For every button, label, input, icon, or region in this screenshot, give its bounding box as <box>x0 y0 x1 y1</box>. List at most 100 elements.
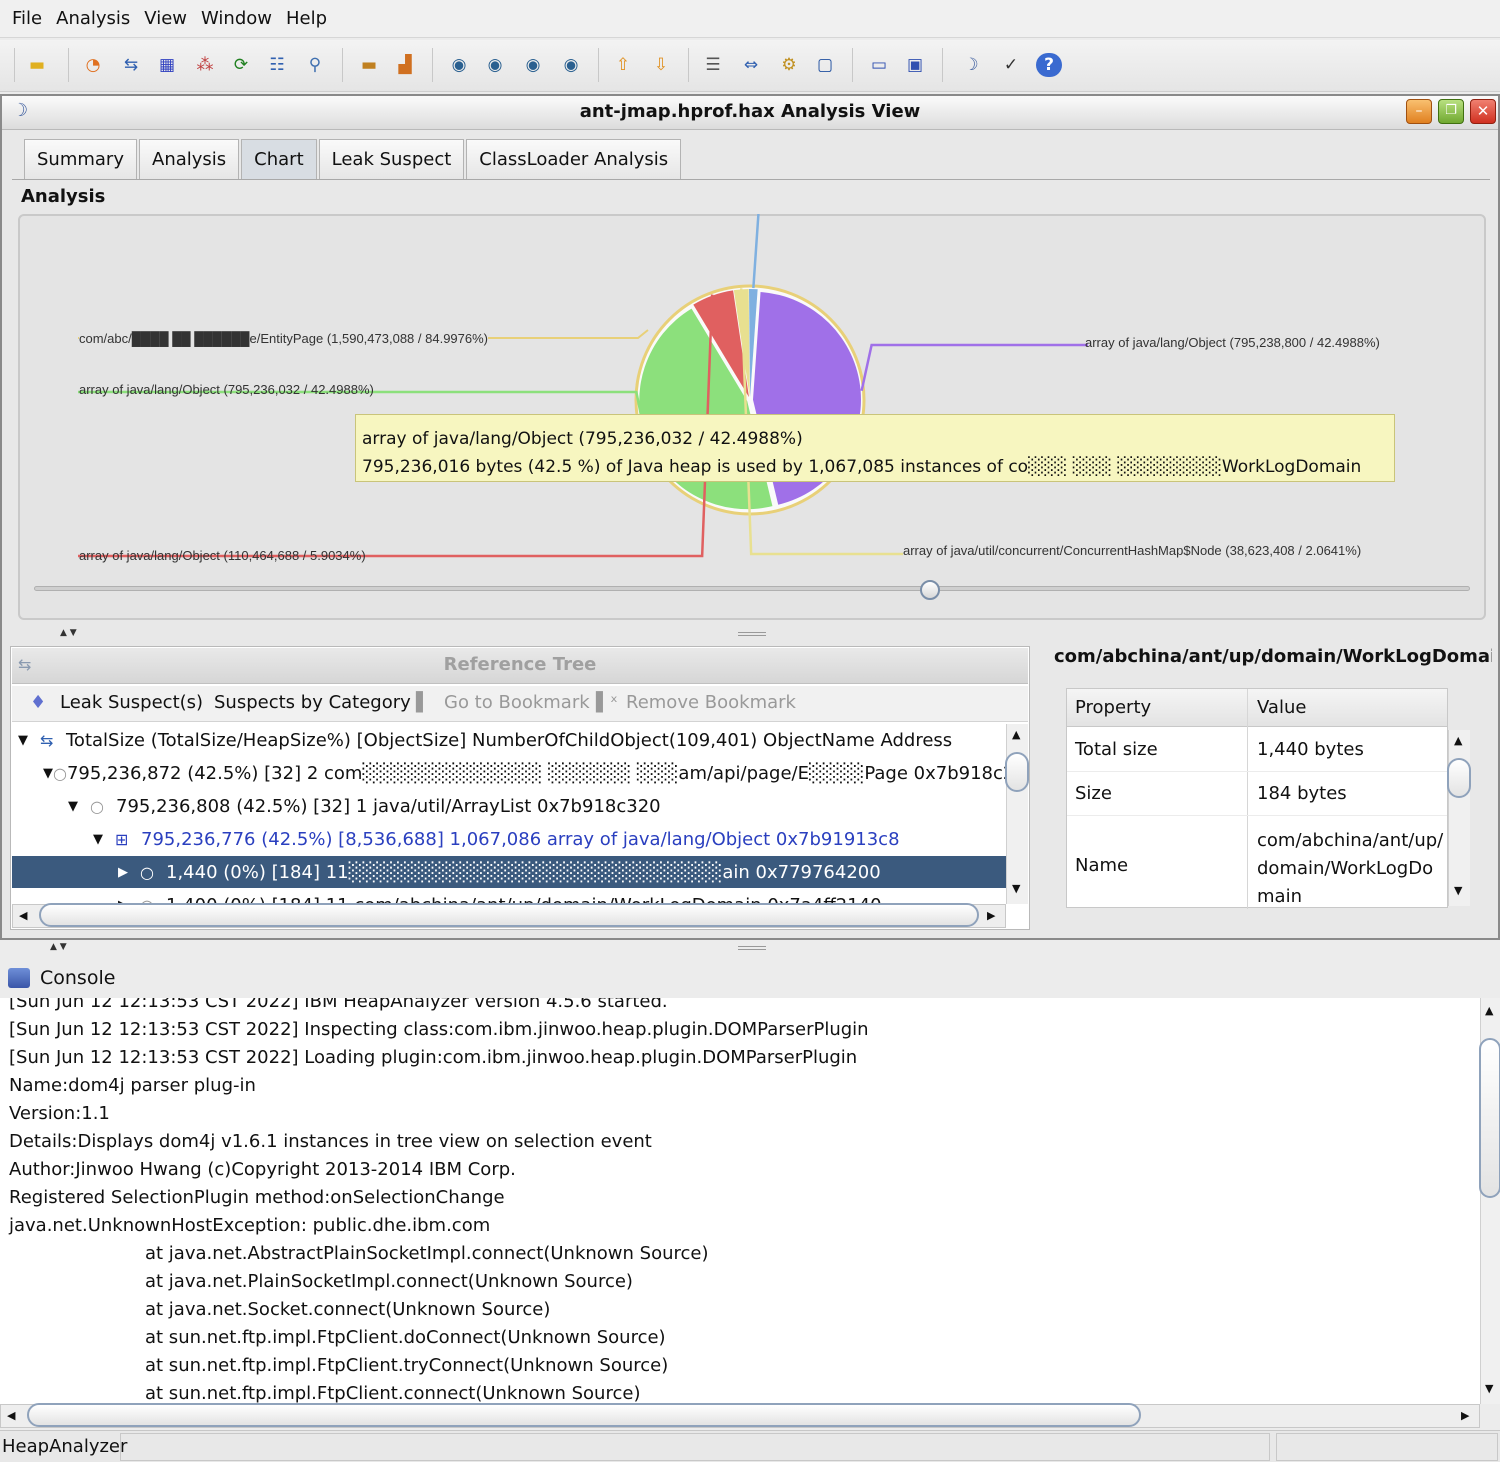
console-line: at java.net.Socket.connect(Unknown Sourc… <box>145 1299 551 1320</box>
grid-icon[interactable]: ▦ <box>154 53 180 77</box>
console-line: at sun.net.ftp.impl.FtpClient.tryConnect… <box>145 1355 669 1376</box>
properties-scrollbar[interactable]: ▲ ▼ <box>1447 730 1471 906</box>
minimize-button[interactable]: – <box>1406 99 1432 124</box>
expand-down-icon[interactable]: ▼ <box>18 733 40 748</box>
scroll-down-icon[interactable]: ▼ <box>1012 882 1020 895</box>
tree-icon: ⇆ <box>40 730 54 750</box>
close-button[interactable]: ✕ <box>1470 99 1496 124</box>
tree-row-label: 795,236,776 (42.5%) [8,536,688] 1,067,08… <box>141 828 900 850</box>
search-next-icon[interactable]: ◉ <box>482 53 508 77</box>
property-header[interactable]: Property <box>1075 697 1151 718</box>
ruler-icon[interactable]: ▬ <box>356 53 382 77</box>
gears-icon[interactable]: ⚙ <box>776 53 802 77</box>
expand-down-icon[interactable]: ▼ <box>43 766 53 781</box>
go-to-bookmark-button[interactable]: Go to Bookmark <box>444 692 590 713</box>
list-icon[interactable]: ☰ <box>700 53 726 77</box>
menu-view[interactable]: View <box>144 8 187 29</box>
value-header[interactable]: Value <box>1257 697 1306 718</box>
menu-file[interactable]: File <box>12 8 42 29</box>
expand-down-icon[interactable]: ▼ <box>68 799 90 814</box>
prop-size-value: 184 bytes <box>1257 783 1347 804</box>
scroll-right-icon[interactable]: ▶ <box>1461 1409 1469 1422</box>
menu-bar: File Analysis View Window Help <box>0 0 1500 38</box>
refresh-icon[interactable]: ⟳ <box>228 53 254 77</box>
remove-bookmark-button[interactable]: Remove Bookmark <box>626 692 796 713</box>
upload-icon[interactable]: ⇧ <box>610 53 636 77</box>
console-horizontal-scrollbar[interactable]: ◀ ▶ <box>0 1403 1480 1428</box>
tab-leak-suspect[interactable]: Leak Suspect <box>318 139 465 179</box>
bar-chart-icon[interactable]: ▟ <box>392 53 418 77</box>
window-icon[interactable]: ▢ <box>812 53 838 77</box>
console-title: Console <box>40 967 116 989</box>
tree-row[interactable]: ▶ ○ 1,440 (0%) [184] 11░░░░░░░░░░░░░░░░░░░… <box>12 856 1006 888</box>
split-handle[interactable] <box>738 946 766 950</box>
split-handle[interactable] <box>738 632 766 636</box>
console-line: at sun.net.ftp.impl.FtpClient.connect(Un… <box>145 1383 641 1404</box>
console-line: [Sun Jun 12 12:13:53 CST 2022] Inspectin… <box>9 1019 869 1040</box>
scroll-up-icon[interactable]: ▲ <box>1485 1004 1493 1017</box>
scroll-down-icon[interactable]: ▼ <box>1454 884 1462 897</box>
tree-icon[interactable]: ⇆ <box>118 53 144 77</box>
remove-bookmark-icon: ▌ˣ <box>596 692 618 713</box>
console-line: at java.net.PlainSocketImpl.connect(Unkn… <box>145 1271 633 1292</box>
console-vertical-scrollbar[interactable]: ▲ ▼ <box>1479 998 1500 1404</box>
object-node-icon: ○ <box>140 862 154 882</box>
monitor-icon[interactable]: ▣ <box>902 53 928 77</box>
search-prev-icon[interactable]: ◉ <box>520 53 546 77</box>
arrows-icon[interactable]: ⇔ <box>738 53 764 77</box>
tree-horizontal-scrollbar[interactable]: ◀ ▶ <box>12 903 1006 928</box>
search-all-icon[interactable]: ◉ <box>558 53 584 77</box>
object-node-icon: ○ <box>53 763 67 783</box>
tree-row-label: TotalSize (TotalSize/HeapSize%) [ObjectS… <box>66 729 953 751</box>
help-icon[interactable]: ? <box>1036 53 1062 77</box>
leader-line-0 <box>860 343 1088 391</box>
scroll-left-icon[interactable]: ◀ <box>7 1409 15 1422</box>
window-title: ant-jmap.hprof.hax Analysis View <box>579 101 921 122</box>
download-icon[interactable]: ⇩ <box>648 53 674 77</box>
tree-row[interactable]: ▼ ⊞ 795,236,776 (42.5%) [8,536,688] 1,067,… <box>12 823 1006 855</box>
maximize-button[interactable]: ❐ <box>1438 99 1464 124</box>
toolbar: ▬ ◔ ⇆ ▦ ⁂ ⟳ ☷ ⚲ ▬ ▟ ◉ ◉ ◉ ◉ ⇧ ⇩ ☰ ⇔ ⚙ ▢ … <box>0 40 1500 92</box>
tree-vertical-scrollbar[interactable]: ▲ ▼ <box>1005 724 1029 904</box>
slice-label-2: array of java/lang/Object (110,464,688 /… <box>79 548 366 563</box>
slice-label-0: array of java/lang/Object (795,238,800 /… <box>1085 335 1380 350</box>
split-arrows-icon[interactable]: ▲ ▼ <box>60 628 77 638</box>
properties-title: com/abchina/ant/up/domain/WorkLogDomain … <box>1054 646 1492 667</box>
menu-window[interactable]: Window <box>201 8 272 29</box>
tree-row[interactable]: ▶○1,400 (0%) [184] 11 com/abchina/ant/up… <box>12 889 1006 905</box>
tab-classloader-analysis[interactable]: ClassLoader Analysis <box>466 139 682 179</box>
open-folder-icon[interactable]: ▬ <box>24 53 50 77</box>
scroll-left-icon[interactable]: ◀ <box>19 909 27 922</box>
run-icon[interactable]: ☽ <box>958 53 984 77</box>
suspects-by-category-button[interactable]: Suspects by Category <box>214 692 411 713</box>
search-tree-icon[interactable]: ⚲ <box>302 53 328 77</box>
tab-analysis[interactable]: Analysis <box>139 139 240 179</box>
scroll-down-icon[interactable]: ▼ <box>1485 1382 1493 1395</box>
cluster-icon[interactable]: ⁂ <box>192 53 218 77</box>
hierarchy-icon[interactable]: ☷ <box>264 53 290 77</box>
scroll-up-icon[interactable]: ▲ <box>1454 734 1462 747</box>
tree-row[interactable]: ▼ ○ 795,236,808 (42.5%) [32] 1 java/util/A… <box>12 790 1006 822</box>
check-icon[interactable]: ✓ <box>998 53 1024 77</box>
scroll-up-icon[interactable]: ▲ <box>1012 728 1020 741</box>
tree-row[interactable]: ▼ ⇆ TotalSize (TotalSize/HeapSize%) [Objec… <box>12 724 1006 756</box>
leak-suspects-button[interactable]: Leak Suspect(s) <box>60 692 203 713</box>
tree-row-label: 795,236,872 (42.5%) [32] 2 com░░░░░░░░░░… <box>66 762 1006 784</box>
chart-slider-track[interactable] <box>34 586 1470 591</box>
expand-down-icon[interactable]: ▼ <box>93 832 115 847</box>
console-line: Version:1.1 <box>9 1103 110 1124</box>
search-icon[interactable]: ◉ <box>446 53 472 77</box>
pie-icon[interactable]: ◔ <box>80 53 106 77</box>
menu-help[interactable]: Help <box>286 8 327 29</box>
tab-summary[interactable]: Summary <box>24 139 137 179</box>
split-arrows-icon[interactable]: ▲ ▼ <box>50 942 67 952</box>
prop-total-size-value: 1,440 bytes <box>1257 739 1364 760</box>
tree-row[interactable]: ▼ ○ 795,236,872 (42.5%) [32] 2 com░░░░░░░░… <box>12 757 1006 789</box>
scroll-right-icon[interactable]: ▶ <box>987 909 995 922</box>
menu-analysis[interactable]: Analysis <box>56 8 130 29</box>
prop-size-label: Size <box>1075 783 1112 804</box>
expand-right-icon[interactable]: ▶ <box>118 865 140 880</box>
chart-slider-thumb[interactable] <box>920 580 940 600</box>
minimize-icon[interactable]: ▭ <box>866 53 892 77</box>
tab-chart[interactable]: Chart <box>241 139 317 179</box>
